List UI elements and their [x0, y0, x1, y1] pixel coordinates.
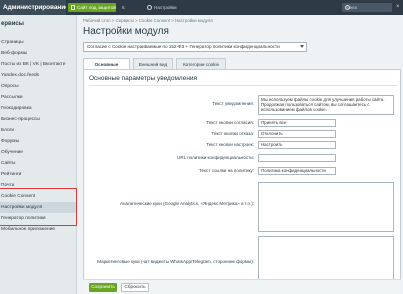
settings-link[interactable]: Настройки — [147, 3, 185, 12]
sidebar-item-business-processes[interactable]: Бизнес-процессы — [0, 114, 76, 125]
main-content: Рабочий стол > Сервисы > Cookie Consent … — [80, 15, 403, 294]
sidebar-item-blogs[interactable]: Блоги — [0, 125, 76, 136]
breadcrumb[interactable]: Рабочий стол > Сервисы > Cookie Consent … — [83, 18, 213, 23]
reset-button[interactable]: Сбросить — [121, 283, 149, 292]
settings-panel: Основные параметры уведомления Текст уве… — [83, 69, 401, 294]
favorite-star-icon[interactable]: ☆ — [147, 27, 154, 36]
analytics-cookies-label: Аналитические куки (Google Analytics, «Я… — [119, 201, 254, 206]
policy-link-text-label: Текст ссылки на политику: — [199, 168, 254, 173]
site-protected-button[interactable]: Сайт под защитой — [68, 3, 116, 12]
settings-button-text-label: Текст кнопки настроек: — [206, 142, 254, 147]
notice-text-label: Текст уведомления: — [212, 101, 254, 106]
section-title: Основные параметры уведомления — [89, 75, 198, 82]
policy-url-label: URL политики конфиденциальности: — [177, 155, 254, 160]
notification-counter[interactable]: 6 — [122, 3, 136, 12]
policy-link-text-field[interactable]: Политика конфиденциальности — [258, 167, 336, 175]
form-footer: Сохранить Сбросить — [83, 279, 401, 294]
site-select-value: Согласие с Cookie настраиваемые по 152-Ф… — [87, 44, 280, 49]
marketing-cookies-field[interactable] — [258, 236, 394, 284]
sidebar-item-webforms[interactable]: Веб-формы — [0, 48, 76, 59]
settings-label: Настройки — [154, 5, 177, 10]
sidebar-item-vk-posts[interactable]: Посты из ВК | VK | Вконтакте — [0, 59, 76, 70]
sidebar-item-geocoding[interactable]: Геокодировка — [0, 103, 76, 114]
tab-cookie-categories[interactable]: Категории cookie — [176, 58, 226, 69]
policy-url-field[interactable] — [258, 154, 336, 162]
sidebar: ервисы Страницы Веб-формы Посты из ВК | … — [0, 15, 77, 294]
admin-title[interactable]: Администрирование — [0, 0, 66, 15]
search-icon — [345, 5, 350, 10]
sidebar-item-forums[interactable]: Форумы — [0, 136, 76, 147]
reject-button-text-label: Текст кнопки отказа: — [211, 131, 254, 136]
page-title: Настройки модуля — [83, 26, 169, 37]
sidebar-item-pages[interactable]: Страницы — [0, 37, 76, 48]
sidebar-item-yandex-feeds[interactable]: Yandex.doc.feeds — [0, 70, 76, 81]
site-button-label: Сайт под защитой — [77, 5, 116, 10]
search-input[interactable]: поиск — [342, 3, 392, 12]
accept-button-text-field[interactable]: Принять все — [258, 119, 336, 127]
tab-appearance[interactable]: Внешний вид — [133, 58, 173, 69]
section-divider — [89, 85, 397, 86]
close-icon[interactable]: × — [396, 3, 400, 12]
top-admin-bar: Администрирование Сайт под защитой 6 Нас… — [0, 0, 403, 15]
save-button[interactable]: Сохранить — [89, 283, 117, 292]
gear-icon — [147, 5, 152, 10]
sidebar-item-polls[interactable]: Опросы — [0, 81, 76, 92]
analytics-cookies-field[interactable] — [258, 182, 394, 232]
chevron-down-icon — [300, 45, 304, 48]
reject-button-text-field[interactable]: Отклонить — [258, 130, 336, 138]
sidebar-highlight-box — [0, 188, 77, 226]
notice-text-field[interactable]: Мы используем файлы cookie для улучшения… — [258, 95, 394, 115]
sidebar-item-ratings[interactable]: Рейтинги — [0, 169, 76, 180]
shield-icon — [71, 5, 75, 10]
site-select[interactable]: Согласие с Cookie настраиваемые по 152-Ф… — [83, 42, 307, 52]
sidebar-heading: ервисы — [1, 21, 24, 27]
sidebar-item-learning[interactable]: Обучение — [0, 147, 76, 158]
sidebar-item-mailing[interactable]: Рассылки — [0, 92, 76, 103]
sidebar-item-sites[interactable]: Сайты — [0, 158, 76, 169]
marketing-cookies-label: Маркетинговые куки (чат-виджеты WhatsApp… — [97, 259, 254, 264]
settings-button-text-field[interactable]: Настроить — [258, 141, 336, 149]
accept-button-text-label: Текст кнопки согласия: — [206, 120, 254, 125]
